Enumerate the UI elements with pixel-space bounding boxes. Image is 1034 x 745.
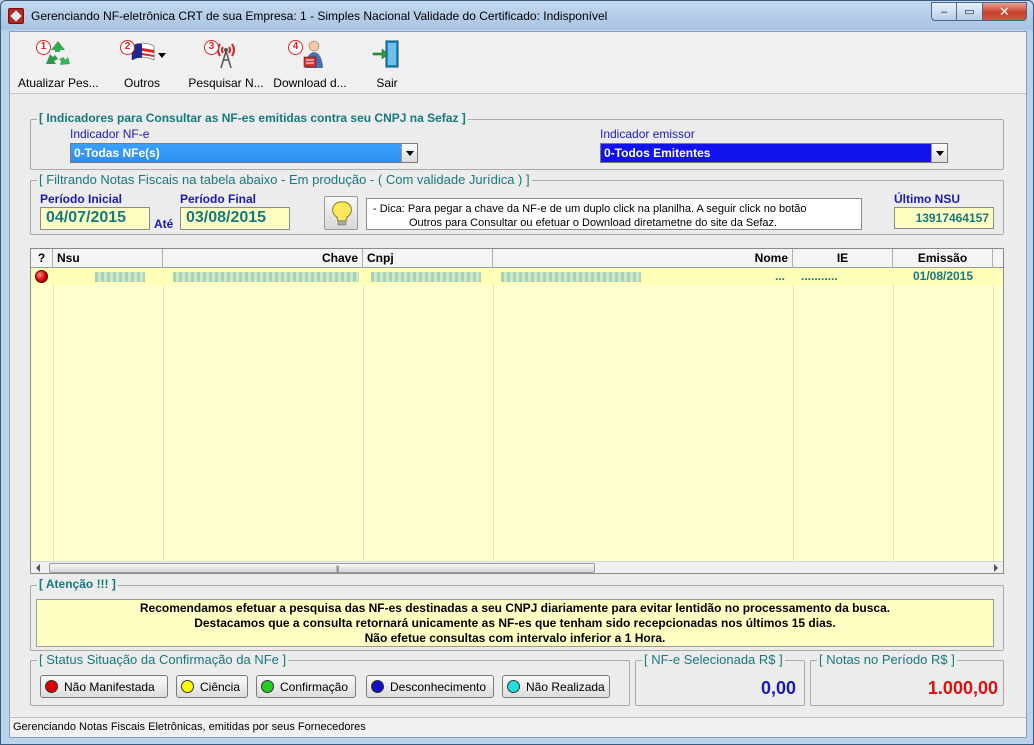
- title-bar[interactable]: Gerenciando NF-eletrônica CRT de sua Emp…: [1, 1, 1033, 31]
- emitter-indicator-label: Indicador emissor: [600, 127, 695, 141]
- lightbulb-icon: [332, 201, 352, 226]
- recycle-icon: 1: [36, 38, 76, 70]
- last-nsu-label: Último NSU: [894, 192, 960, 206]
- download-button[interactable]: 4 Download d...: [273, 34, 347, 92]
- until-label: Até: [154, 217, 174, 231]
- attention-message: Recomendamos efetuar a pesquisa das NF-e…: [36, 599, 994, 647]
- app-icon[interactable]: [8, 8, 24, 24]
- status-unknown-button[interactable]: Desconhecimento: [366, 675, 494, 698]
- nfe-indicator-select[interactable]: 0-Todas NFe(s): [70, 143, 418, 163]
- client-area: 1 Atualizar Pes... 2 Outros 3 Pesquisar …: [9, 31, 1027, 738]
- refresh-search-button[interactable]: 1 Atualizar Pes...: [18, 34, 99, 92]
- table-header: ? Nsu Chave Cnpj Nome IE Emissão: [31, 249, 1003, 268]
- col-emissao[interactable]: Emissão: [893, 249, 993, 268]
- step-number: 2: [120, 40, 135, 55]
- toolbar: 1 Atualizar Pes... 2 Outros 3 Pesquisar …: [10, 32, 1026, 94]
- close-button[interactable]: ✕: [983, 2, 1027, 21]
- nome-cell: ...: [497, 268, 791, 285]
- nfe-indicator-label: Indicador NF-e: [70, 127, 150, 141]
- start-date-label: Período Inicial: [40, 192, 123, 206]
- attention-line: Destacamos que a consulta retornará unic…: [194, 616, 836, 630]
- download-person-icon: 4: [288, 38, 328, 70]
- ie-cell: ...........: [801, 269, 838, 283]
- toolbar-label: Sair: [376, 76, 398, 90]
- period-total-value: 1.000,00: [927, 678, 998, 698]
- end-date-label: Período Final: [180, 192, 257, 206]
- nsu-cell: [91, 268, 161, 285]
- period-total-legend: [ Notas no Período R$ ]: [817, 652, 957, 667]
- search-nfe-button[interactable]: 3 Pesquisar N...: [188, 34, 264, 92]
- scroll-thumb[interactable]: |||: [49, 563, 595, 573]
- maximize-button[interactable]: ▭: [957, 2, 983, 21]
- filter-legend: [ Filtrando Notas Fiscais na tabela abai…: [37, 172, 532, 187]
- end-date-input[interactable]: 03/08/2015: [180, 207, 290, 230]
- attention-legend: [ Atenção !!! ]: [37, 577, 118, 591]
- nfe-indicator-value: 0-Todas NFe(s): [74, 146, 160, 160]
- yellow-dot-icon: [181, 680, 194, 693]
- status-bar: Gerenciando Notas Fiscais Eletrônicas, e…: [10, 717, 1026, 737]
- last-nsu-value: 13917464157: [894, 207, 994, 229]
- chevron-down-icon: [158, 53, 166, 58]
- tip-box: - Dica: Para pegar a chave da NF-e de um…: [366, 198, 862, 230]
- col-nsu[interactable]: Nsu: [53, 249, 163, 268]
- step-number: 1: [36, 40, 51, 55]
- col-status[interactable]: ?: [31, 249, 53, 268]
- indicators-legend: [ Indicadores para Consultar as NF-es em…: [37, 111, 468, 125]
- chevron-down-icon[interactable]: [401, 144, 417, 162]
- selected-nfe-legend: [ NF-e Selecionada R$ ]: [642, 652, 785, 667]
- cyan-dot-icon: [507, 680, 520, 693]
- toolbar-label: Outros: [123, 76, 160, 90]
- exit-door-icon: [369, 38, 405, 70]
- toolbar-label: Atualizar Pes...: [18, 76, 99, 90]
- blue-dot-icon: [371, 680, 384, 693]
- col-cnpj[interactable]: Cnpj: [363, 249, 493, 268]
- step-number: 3: [204, 40, 219, 55]
- status-not-manifested-button[interactable]: Não Manifestada: [40, 675, 168, 698]
- main-window: Gerenciando NF-eletrônica CRT de sua Emp…: [0, 0, 1034, 745]
- status-red-icon: [35, 270, 48, 283]
- table-row[interactable]: ... ........... 01/08/2015: [31, 268, 1003, 285]
- start-date-input[interactable]: 04/07/2015: [40, 207, 150, 230]
- col-ie[interactable]: IE: [793, 249, 893, 268]
- attention-line: Não efetue consultas com intervalo infer…: [364, 631, 666, 645]
- green-dot-icon: [261, 680, 274, 693]
- status-confirmation-button[interactable]: Confirmação: [256, 675, 356, 698]
- step-number: 4: [288, 40, 303, 55]
- emitter-indicator-value: 0-Todos Emitentes: [604, 146, 711, 160]
- emissao-cell: 01/08/2015: [912, 269, 974, 283]
- toolbar-label: Pesquisar N...: [188, 76, 264, 90]
- flag-icon: 2: [120, 38, 166, 70]
- chave-cell: [169, 268, 359, 285]
- scroll-left-icon[interactable]: [36, 564, 40, 572]
- tip-button[interactable]: [324, 196, 358, 230]
- antenna-icon: 3: [204, 38, 244, 70]
- nfe-table[interactable]: ? Nsu Chave Cnpj Nome IE Emissão ... ...…: [30, 248, 1004, 574]
- status-legend: [ Status Situação da Confirmação da NFe …: [37, 652, 289, 667]
- tip-line: - Dica: Para pegar a chave da NF-e de um…: [373, 203, 807, 215]
- tip-line: Outros para Consultar ou efetuar o Downl…: [409, 217, 778, 229]
- toolbar-label: Download d...: [273, 76, 347, 90]
- col-chave[interactable]: Chave: [163, 249, 363, 268]
- exit-button[interactable]: Sair: [368, 34, 406, 92]
- cnpj-cell: [367, 268, 491, 285]
- others-button[interactable]: 2 Outros: [112, 34, 172, 92]
- minimize-button[interactable]: –: [931, 2, 957, 21]
- col-nome[interactable]: Nome: [493, 249, 793, 268]
- window-controls: – ▭ ✕: [931, 2, 1027, 21]
- status-not-performed-button[interactable]: Não Realizada: [502, 675, 610, 698]
- attention-line: Recomendamos efetuar a pesquisa das NF-e…: [139, 601, 891, 615]
- red-dot-icon: [45, 680, 58, 693]
- status-science-button[interactable]: Ciência: [176, 675, 248, 698]
- chevron-down-icon[interactable]: [931, 144, 947, 162]
- window-title: Gerenciando NF-eletrônica CRT de sua Emp…: [31, 9, 608, 23]
- emitter-indicator-select[interactable]: 0-Todos Emitentes: [600, 143, 948, 163]
- horizontal-scrollbar[interactable]: |||: [31, 561, 1003, 573]
- scroll-right-icon[interactable]: [994, 564, 998, 572]
- selected-nfe-value: 0,00: [760, 678, 796, 698]
